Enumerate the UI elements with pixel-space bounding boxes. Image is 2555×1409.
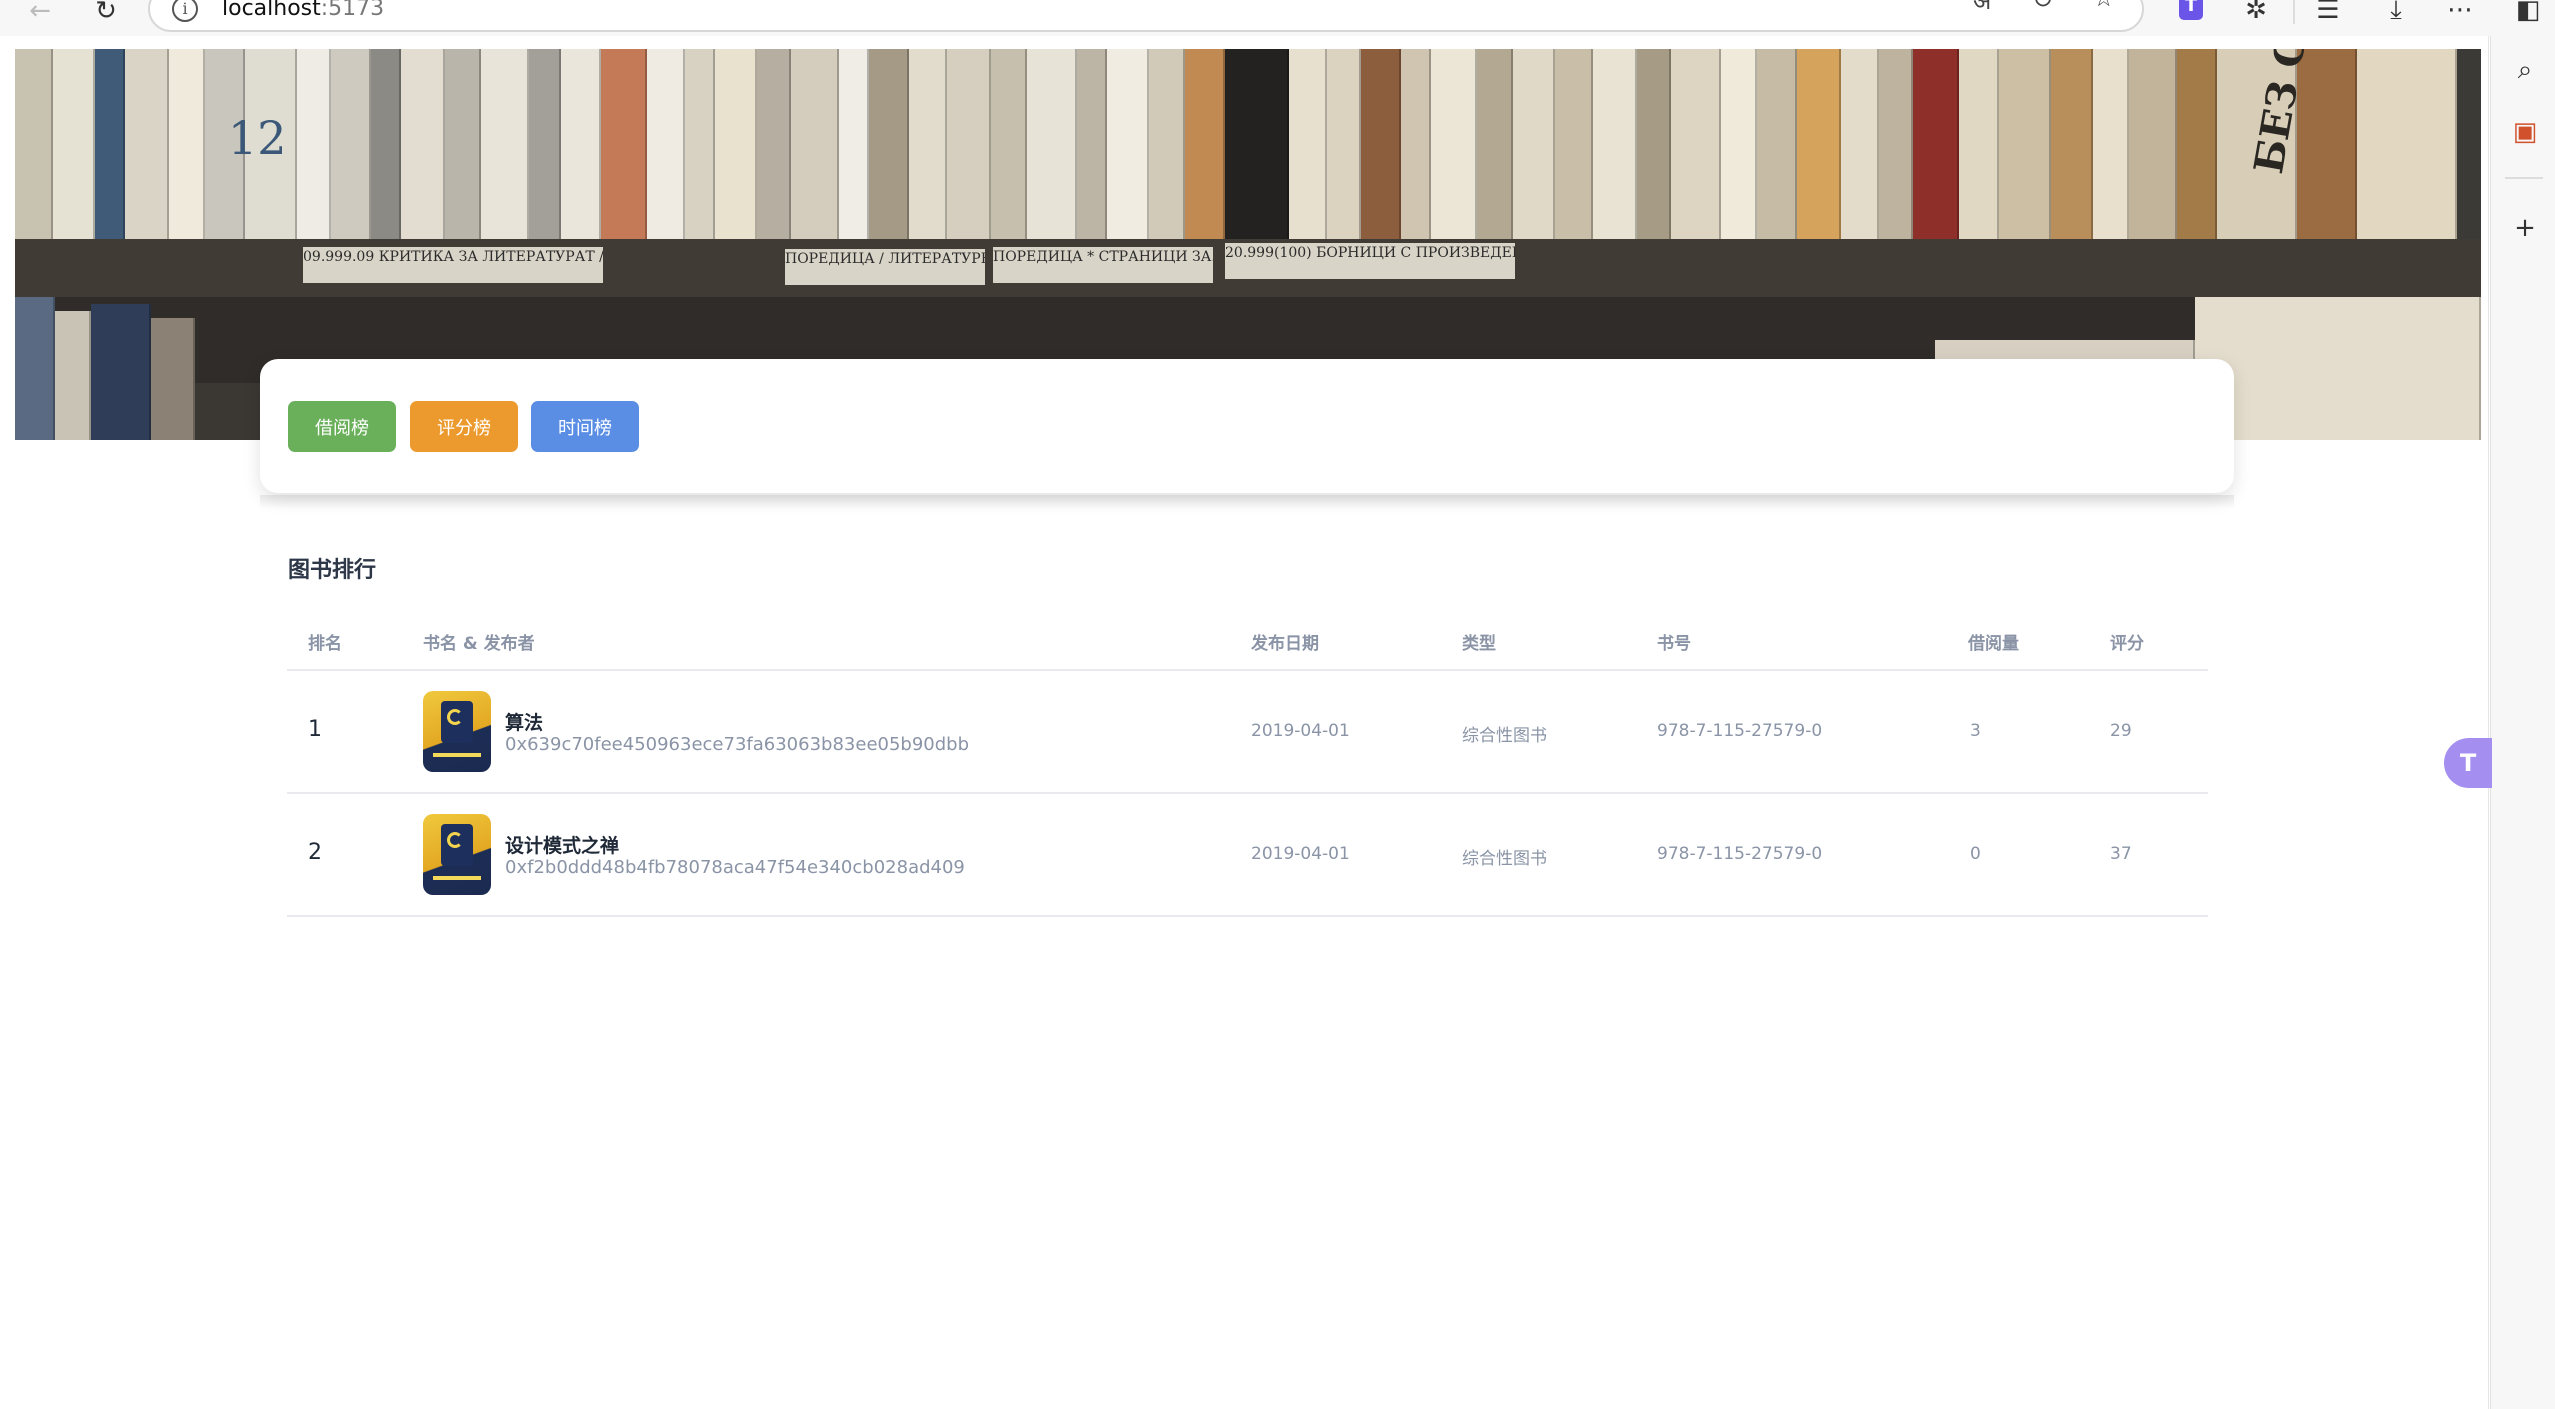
column-header-isbn[interactable]: 书号 [1657, 629, 1691, 654]
star-icon[interactable]: ☆ [2093, 0, 2115, 12]
publisher-address: 0x639c70fee450963ece73fa63063b83ee05b90d… [505, 734, 970, 755]
browser-side-panel: ⌕ ▣ + [2490, 36, 2555, 1409]
floating-translate-extension-icon[interactable]: T [2444, 738, 2492, 788]
side-panel-divider [2505, 177, 2543, 179]
tab-score-ranking[interactable]: 评分榜 [410, 401, 518, 452]
shelf-label-card: 20.999(100) БОРНИЦИ С ПРОИЗВЕДЕНИЯ / ОТ … [1225, 243, 1515, 279]
site-info-icon[interactable]: i [172, 0, 198, 22]
extension-t-icon[interactable]: T [2179, 0, 2203, 20]
column-header-rank[interactable]: 排名 [308, 629, 342, 654]
rank-cell: 1 [308, 717, 322, 742]
score-cell: 37 [2110, 844, 2132, 864]
back-arrow-icon[interactable]: ← [20, 0, 60, 26]
column-header-score[interactable]: 评分 [2110, 629, 2144, 654]
favorites-list-icon[interactable]: ☰ [2310, 0, 2346, 28]
ranking-tab-card: 借阅榜 评分榜 时间榜 [260, 359, 2234, 493]
zoom-out-icon[interactable]: ⊖ [2033, 0, 2053, 12]
column-header-title-publisher[interactable]: 书名 & 发布者 [423, 629, 535, 654]
type-cell: 综合性图书 [1462, 849, 1547, 869]
type-cell: 综合性图书 [1462, 726, 1547, 746]
browser-toolbar: ← ↻ i localhost:5173 ऄ ⊖ ☆ T ✲ ☰ ⤓ ⋯ ◧ [0, 0, 2555, 36]
tab-card-shadow [260, 495, 2234, 509]
section-title: 图书排行 [288, 558, 377, 583]
column-header-type[interactable]: 类型 [1462, 629, 1496, 654]
isbn-cell: 978-7-115-27579-0 [1657, 844, 1823, 864]
book-title[interactable]: 设计模式之禅 [505, 831, 619, 858]
reload-icon[interactable]: ↻ [86, 0, 126, 26]
banner-spine-number: 12 [228, 111, 287, 165]
date-cell: 2019-04-01 [1251, 844, 1350, 864]
tab-borrow-ranking[interactable]: 借阅榜 [288, 401, 396, 452]
column-header-date[interactable]: 发布日期 [1251, 629, 1319, 654]
column-header-borrows[interactable]: 借阅量 [1968, 629, 2019, 654]
date-cell: 2019-04-01 [1251, 721, 1350, 741]
borrows-cell: 0 [1970, 844, 1981, 864]
add-icon[interactable]: + [2509, 212, 2541, 244]
briefcase-icon[interactable]: ▣ [2509, 116, 2541, 148]
sidebar-toggle-icon[interactable]: ◧ [2510, 0, 2546, 28]
book-title[interactable]: 算法 [505, 708, 543, 735]
tab-time-ranking[interactable]: 时间榜 [531, 401, 639, 452]
search-icon[interactable]: ⌕ [2509, 54, 2541, 86]
table-row[interactable]: 1 算法 0x639c70fee450963ece73fa63063b83ee0… [287, 671, 2208, 794]
banner-shelf-labels: 09.999.09 КРИТИКА ЗА ЛИТЕРАТУРАТ / НА ОД… [15, 239, 2481, 297]
banner-top-shelf [15, 49, 2481, 239]
address-bar[interactable]: i localhost:5173 ऄ ⊖ ☆ [148, 0, 2144, 32]
rank-cell: 2 [308, 840, 322, 865]
downloads-icon[interactable]: ⤓ [2378, 0, 2414, 28]
extensions-puzzle-icon[interactable]: ✲ [2238, 0, 2274, 28]
score-cell: 29 [2110, 721, 2132, 741]
more-menu-icon[interactable]: ⋯ [2442, 0, 2478, 28]
shelf-label-card: ПОРЕДИЦА * СТРАНИЦИ ЗА... [993, 247, 1213, 283]
toolbar-divider [2293, 0, 2295, 24]
isbn-cell: 978-7-115-27579-0 [1657, 721, 1823, 741]
book-cover-image[interactable] [423, 814, 491, 895]
publisher-address: 0xf2b0ddd48b4fb78078aca47f54e340cb028ad4… [505, 857, 965, 878]
translate-icon[interactable]: ऄ [1973, 0, 1991, 17]
table-row[interactable]: 2 设计模式之禅 0xf2b0ddd48b4fb78078aca47f54e34… [287, 794, 2208, 917]
shelf-label-card: 09.999.09 КРИТИКА ЗА ЛИТЕРАТУРАТ / НА ОД… [303, 247, 603, 283]
shelf-label-card: ПОРЕДИЦА / ЛИТЕРАТУРНИ АНКЕТИ [785, 249, 985, 285]
url-text: localhost:5173 [222, 0, 385, 21]
book-cover-image[interactable] [423, 691, 491, 772]
borrows-cell: 3 [1970, 721, 1981, 741]
